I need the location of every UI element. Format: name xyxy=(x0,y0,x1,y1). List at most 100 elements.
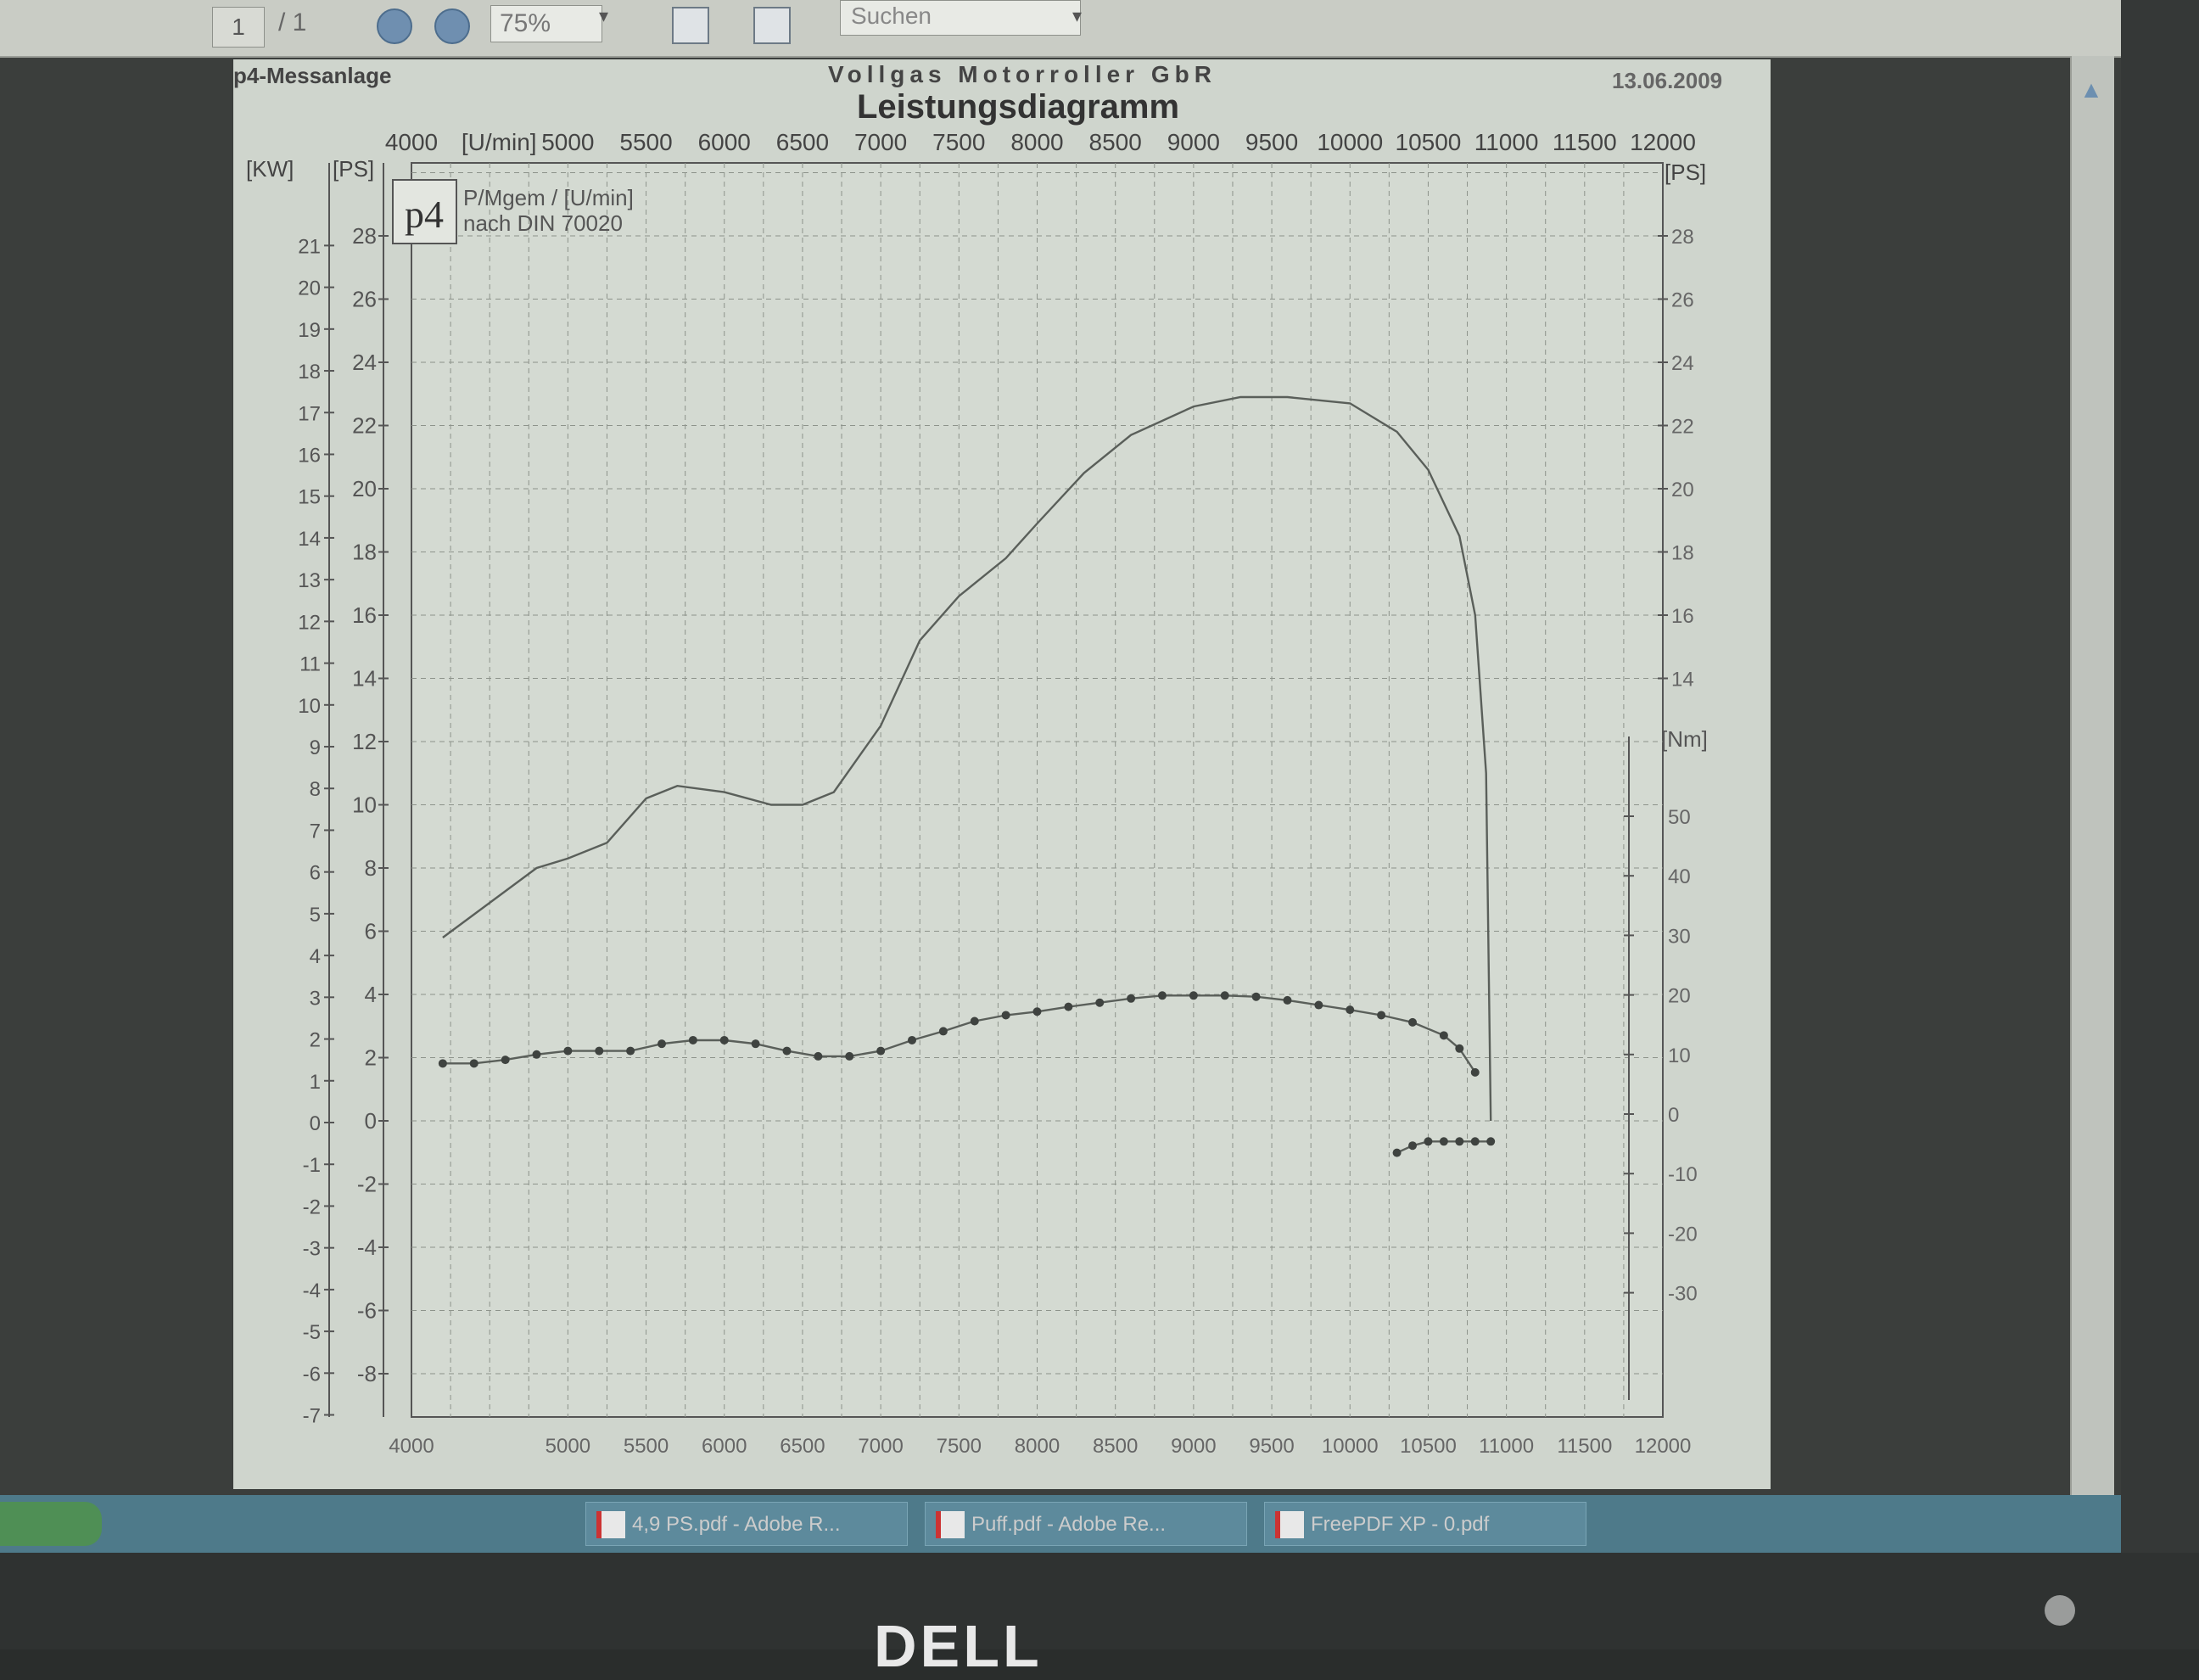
nm-tick-label: -20 xyxy=(1668,1223,1698,1246)
x-tick-label-bottom: 7500 xyxy=(937,1435,982,1458)
ps-tick-label-left: 24 xyxy=(352,350,377,375)
nm-tick-label: 10 xyxy=(1668,1044,1691,1067)
data-point-2 xyxy=(1470,1137,1480,1146)
x-tick-label-bottom: 8000 xyxy=(1015,1435,1060,1458)
data-point-1 xyxy=(1220,991,1229,1000)
kw-tick-label: 14 xyxy=(298,528,321,551)
nm-tick-label: 40 xyxy=(1668,865,1691,888)
nm-tick-label: 30 xyxy=(1668,925,1691,948)
ps-tick-label-right: 16 xyxy=(1671,605,1694,628)
x-tick-label-bottom: 7000 xyxy=(858,1435,903,1458)
data-point-1 xyxy=(1346,1005,1355,1015)
kw-tick-label: -2 xyxy=(303,1196,321,1218)
kw-tick-label: 18 xyxy=(298,361,321,384)
data-point-1 xyxy=(938,1027,948,1036)
data-point-2 xyxy=(1408,1141,1417,1151)
data-point-1 xyxy=(1408,1017,1417,1027)
x-unit-label: [U/min] xyxy=(462,129,537,155)
ps-tick-label-left: 26 xyxy=(352,287,377,312)
legend-note-1: P/Mgem / [U/min] xyxy=(463,185,634,210)
x-tick-label-top: 9500 xyxy=(1245,129,1298,155)
x-tick-label-top: 9000 xyxy=(1167,129,1220,155)
data-point-1 xyxy=(1455,1044,1464,1053)
taskbar-item[interactable]: 4,9 PS.pdf - Adobe R... xyxy=(585,1502,908,1546)
kw-tick-label: 19 xyxy=(298,319,321,342)
kw-tick-label: 11 xyxy=(299,653,321,676)
x-tick-label-top: 7500 xyxy=(932,129,985,155)
start-button[interactable] xyxy=(0,1502,102,1546)
data-point-1 xyxy=(1439,1031,1448,1040)
data-point-1 xyxy=(1158,991,1167,1000)
taskbar-item[interactable]: FreePDF XP - 0.pdf xyxy=(1264,1502,1586,1546)
kw-tick-label: -4 xyxy=(303,1280,321,1302)
ps-tick-label-left: 2 xyxy=(365,1045,377,1071)
kw-tick-label: -3 xyxy=(303,1238,321,1261)
data-point-2 xyxy=(1455,1137,1464,1146)
data-point-1 xyxy=(595,1046,604,1056)
data-point-1 xyxy=(1127,994,1136,1003)
kw-tick-label: 13 xyxy=(298,569,321,592)
kw-tick-label: 17 xyxy=(298,402,321,425)
data-point-2 xyxy=(1439,1137,1448,1146)
pdf-icon xyxy=(1275,1511,1304,1538)
ps-tick-label-right: 20 xyxy=(1671,479,1694,501)
x-tick-label-top: 5500 xyxy=(619,129,672,155)
monitor-bezel xyxy=(0,1553,2199,1649)
power-torque-chart: 4000400050005000550055006000600065006500… xyxy=(246,129,1708,1458)
x-tick-label-bottom: 10000 xyxy=(1322,1435,1379,1458)
taskbar-item[interactable]: Puff.pdf - Adobe Re... xyxy=(925,1502,1247,1546)
kw-tick-label: 6 xyxy=(310,862,321,885)
data-point-1 xyxy=(814,1051,823,1061)
kw-tick-label: 15 xyxy=(298,486,321,509)
x-tick-label-bottom: 12000 xyxy=(1635,1435,1692,1458)
x-tick-label-bottom: 9500 xyxy=(1249,1435,1294,1458)
ps-tick-label-left: 6 xyxy=(365,919,377,944)
data-point-1 xyxy=(845,1051,854,1061)
brand-logo: DELL xyxy=(874,1613,1043,1679)
data-point-1 xyxy=(876,1046,886,1056)
data-point-2 xyxy=(1424,1137,1433,1146)
kw-tick-label: 8 xyxy=(310,778,321,801)
x-tick-label-top: 6000 xyxy=(698,129,751,155)
kw-tick-label: -6 xyxy=(303,1363,321,1386)
kw-tick-label: 16 xyxy=(298,444,321,467)
data-point-1 xyxy=(751,1039,760,1049)
ps-tick-label-left: 0 xyxy=(365,1108,377,1134)
x-tick-label-top: 10000 xyxy=(1317,129,1383,155)
data-point-1 xyxy=(1001,1011,1010,1020)
ps-tick-label-left: -4 xyxy=(357,1235,377,1260)
data-point-1 xyxy=(626,1046,635,1056)
nm-tick-label: -30 xyxy=(1668,1283,1698,1306)
ps-unit-label-left: [PS] xyxy=(333,156,374,182)
kw-tick-label: 20 xyxy=(298,277,321,300)
data-point-1 xyxy=(782,1046,792,1056)
p4-logo-text: p4 xyxy=(405,193,444,236)
screen: 1 / 1 75% ▾ Suchen ▾ ▲ p4-Messanlage Vol… xyxy=(0,0,2121,1553)
x-tick-label-top: 10500 xyxy=(1396,129,1462,155)
data-point-1 xyxy=(1314,1000,1323,1010)
data-point-1 xyxy=(688,1035,697,1044)
ps-tick-label-left: -8 xyxy=(357,1361,377,1386)
ps-unit-label-right: [PS] xyxy=(1665,160,1706,185)
ps-tick-label-left: 28 xyxy=(352,223,377,249)
ps-tick-label-left: 4 xyxy=(365,982,377,1007)
x-tick-label-top: 8000 xyxy=(1010,129,1063,155)
taskbar: 4,9 PS.pdf - Adobe R... Puff.pdf - Adobe… xyxy=(0,1495,2121,1553)
x-tick-label-bottom: 5000 xyxy=(546,1435,590,1458)
ps-tick-label-left: -6 xyxy=(357,1298,377,1324)
kw-tick-label: 12 xyxy=(298,611,321,634)
kw-tick-label: 0 xyxy=(310,1112,321,1135)
power-led-icon xyxy=(2045,1595,2075,1626)
ps-tick-label-left: -2 xyxy=(357,1172,377,1197)
ps-tick-label-right: 28 xyxy=(1671,226,1694,249)
ps-tick-label-right: 24 xyxy=(1671,352,1694,375)
x-tick-label-bottom: 5500 xyxy=(624,1435,669,1458)
x-tick-label-bottom: 6500 xyxy=(780,1435,825,1458)
kw-tick-label: 5 xyxy=(310,904,321,927)
data-point-2 xyxy=(1486,1137,1496,1146)
data-point-1 xyxy=(1251,992,1261,1001)
data-point-1 xyxy=(1283,995,1292,1005)
nm-tick-label: 20 xyxy=(1668,985,1691,1008)
data-point-1 xyxy=(1095,998,1105,1007)
pdf-icon xyxy=(936,1511,965,1538)
